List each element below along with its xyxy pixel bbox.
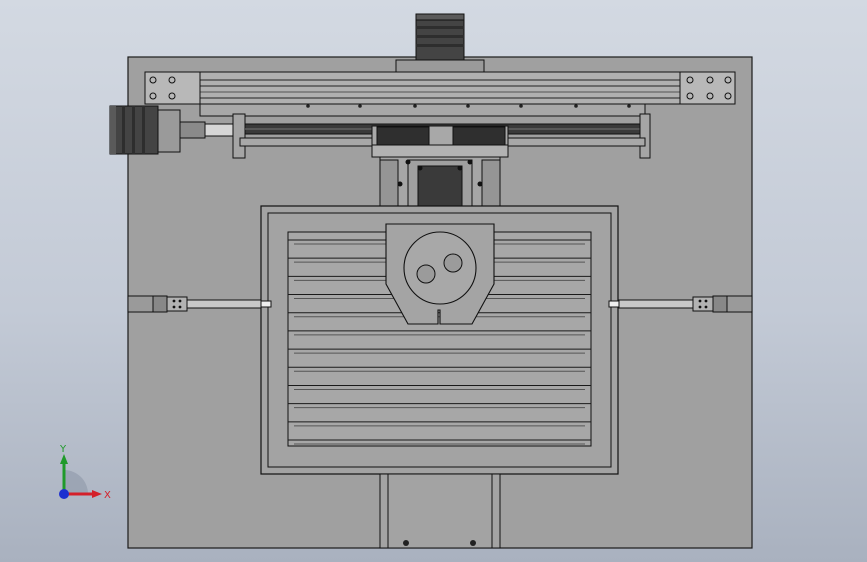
y-axis-label: Y <box>59 444 67 455</box>
coordinate-triad-icon: Y X <box>59 444 111 501</box>
cad-viewport[interactable]: Y X <box>0 0 867 562</box>
cnc-machine-model[interactable] <box>0 0 867 562</box>
spindle-clamp <box>385 223 495 325</box>
top-stepper-motor <box>395 13 485 73</box>
bottom-mount <box>379 473 501 549</box>
x-axis-label: X <box>104 490 111 501</box>
